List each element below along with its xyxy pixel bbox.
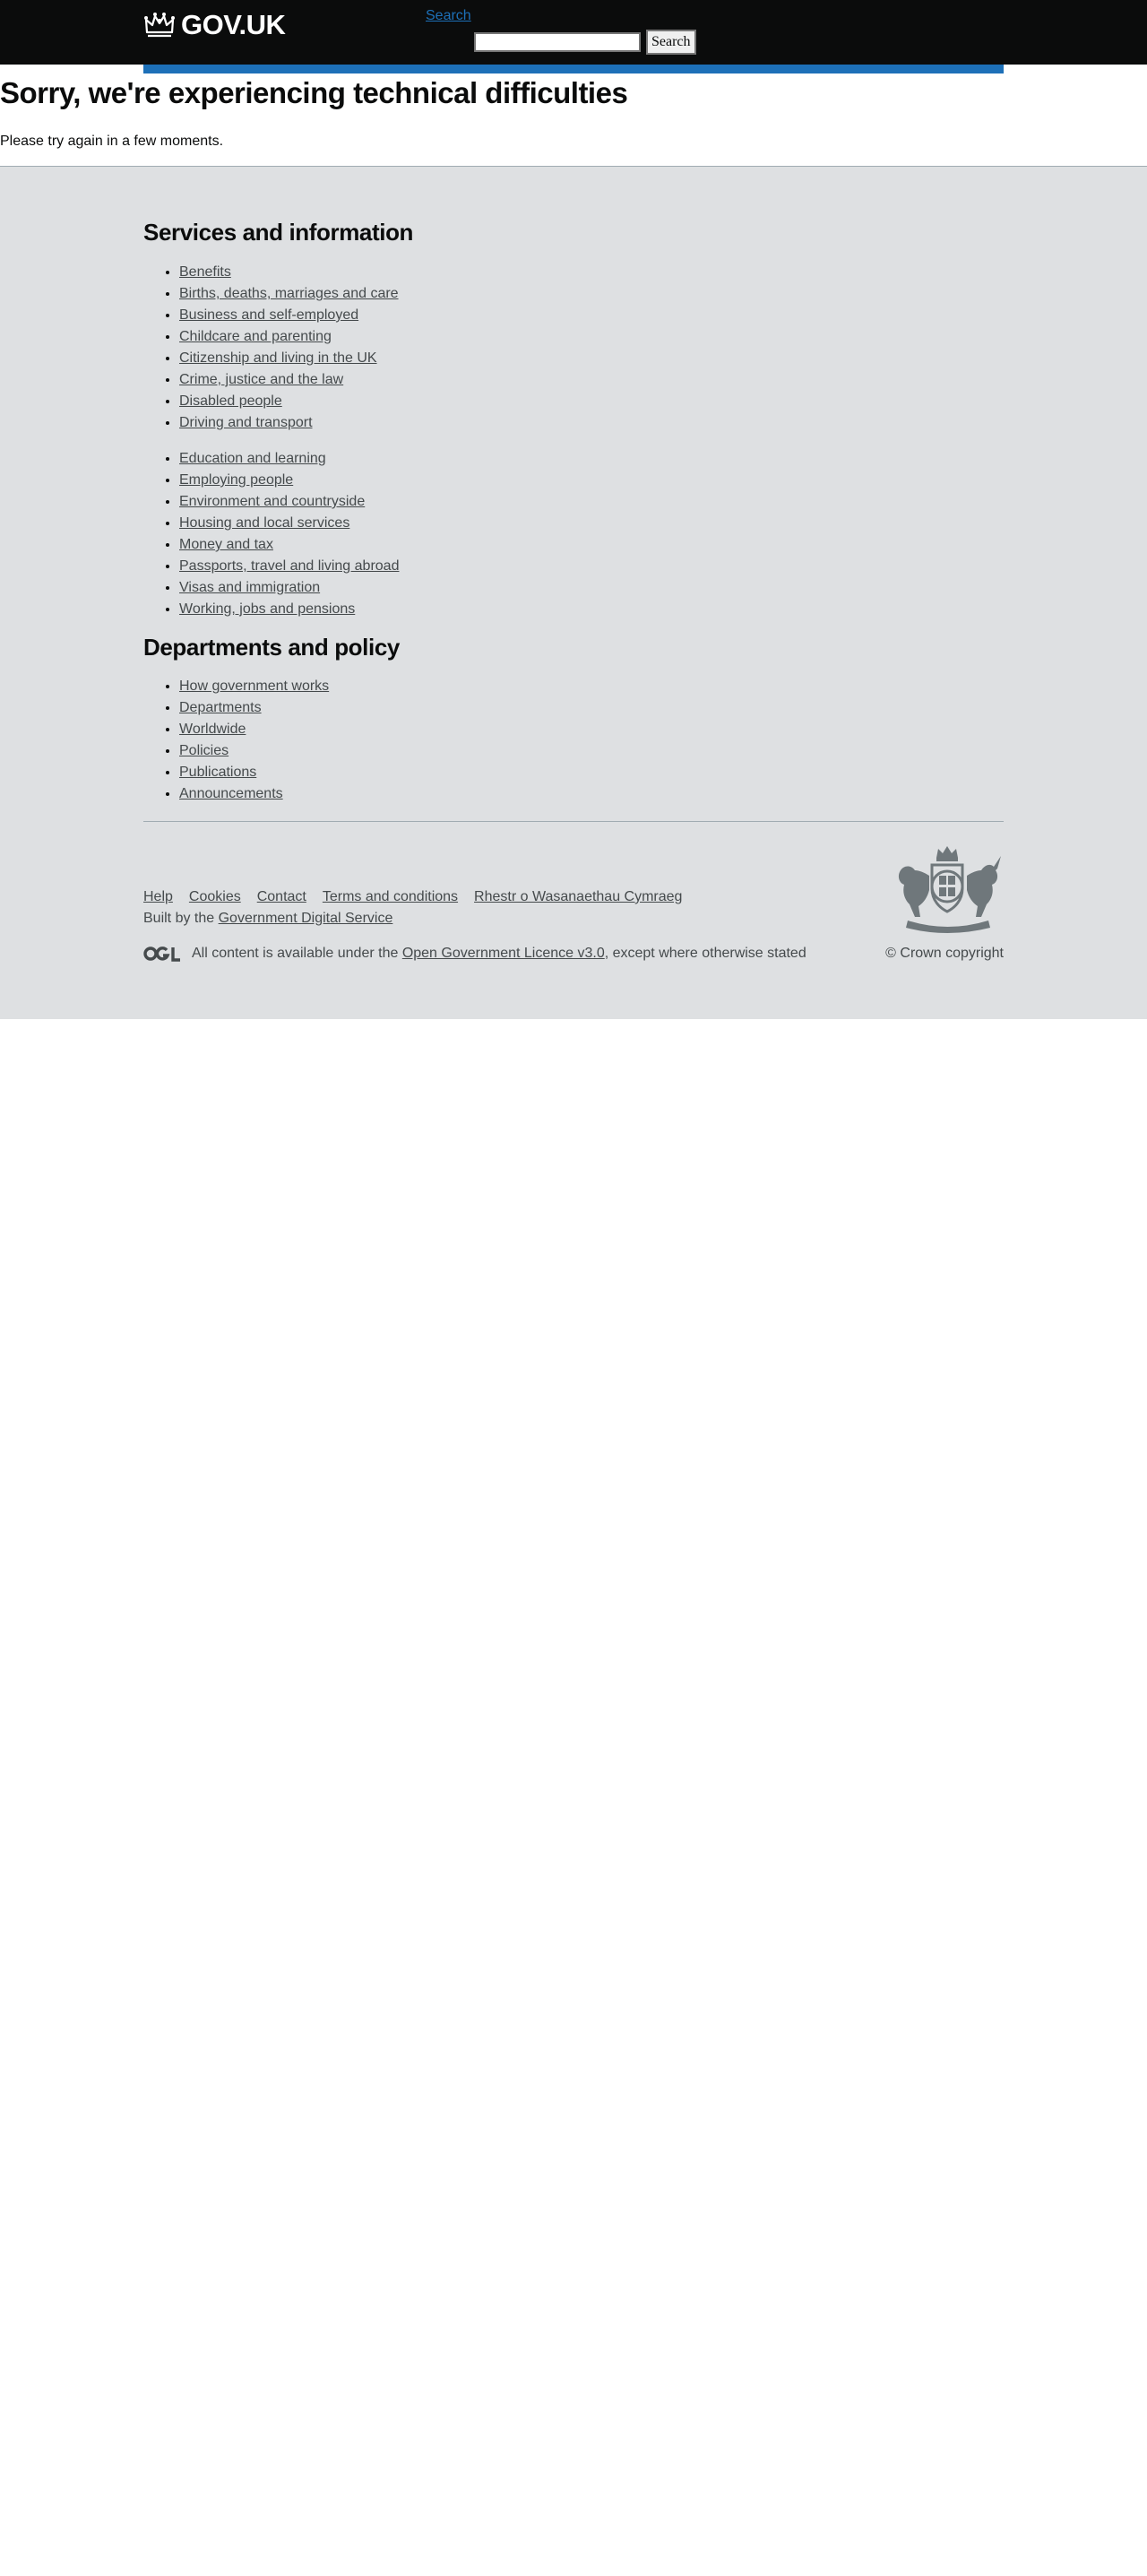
gds-link[interactable]: Government Digital Service: [219, 911, 393, 926]
departments-heading: Departments and policy: [143, 634, 400, 661]
list-item: Worldwide: [179, 719, 329, 740]
list-item: Policies: [179, 740, 329, 762]
licence-text: All content is available under the Open …: [192, 946, 806, 962]
footer-link[interactable]: Business and self-employed: [179, 307, 358, 323]
list-item: Environment and countryside: [179, 491, 399, 513]
list-item: Births, deaths, marriages and care: [179, 283, 399, 305]
licence-prefix: All content is available under the: [192, 946, 402, 961]
footer-container: Services and information Benefits Births…: [143, 167, 1004, 1019]
footer-link[interactable]: Childcare and parenting: [179, 329, 332, 344]
terms-link[interactable]: Terms and conditions: [323, 889, 458, 905]
licence-suffix: , except where otherwise stated: [604, 946, 806, 961]
list-item: Disabled people: [179, 391, 399, 412]
crown-icon: [144, 13, 175, 38]
services-list-1: Benefits Births, deaths, marriages and c…: [143, 262, 399, 434]
footer-link[interactable]: Education and learning: [179, 451, 326, 466]
footer-link[interactable]: Benefits: [179, 264, 231, 280]
list-item: Visas and immigration: [179, 577, 399, 599]
footer-link[interactable]: Publications: [179, 765, 256, 780]
footer-divider: [143, 821, 1004, 822]
list-item: Benefits: [179, 262, 399, 283]
crown-copyright-text: © Crown copyright: [885, 946, 1004, 961]
footer-link[interactable]: Births, deaths, marriages and care: [179, 286, 399, 301]
list-item: Publications: [179, 762, 329, 783]
list-item: Business and self-employed: [179, 305, 399, 326]
services-list-2: Education and learning Employing people …: [143, 448, 399, 620]
footer-link[interactable]: Housing and local services: [179, 515, 349, 531]
search-toggle-link[interactable]: Search: [426, 8, 471, 24]
search-button[interactable]: Search: [646, 30, 696, 55]
list-item: How government works: [179, 676, 329, 697]
cookies-link[interactable]: Cookies: [189, 889, 241, 905]
built-by-text: Built by the Government Digital Service: [143, 908, 392, 929]
ogl-logo-icon: [143, 947, 180, 962]
footer-link[interactable]: Working, jobs and pensions: [179, 601, 355, 617]
page-title: Sorry, we're experiencing technical diff…: [0, 76, 628, 109]
list-item: Citizenship and living in the UK: [179, 348, 399, 369]
footer-link[interactable]: Policies: [179, 743, 229, 758]
footer-link[interactable]: Visas and immigration: [179, 580, 320, 595]
welsh-services-link[interactable]: Rhestr o Wasanaethau Cymraeg: [474, 889, 682, 905]
built-by-prefix: Built by the: [143, 911, 219, 926]
footer-link[interactable]: Environment and countryside: [179, 494, 365, 509]
footer-link[interactable]: Money and tax: [179, 537, 273, 552]
list-item: Driving and transport: [179, 412, 399, 434]
site-search-form: Search: [474, 30, 696, 55]
list-item: Employing people: [179, 470, 399, 491]
list-item: Working, jobs and pensions: [179, 599, 399, 620]
help-link[interactable]: Help: [143, 889, 173, 905]
services-heading: Services and information: [143, 219, 414, 246]
footer-link[interactable]: Driving and transport: [179, 415, 313, 430]
list-item: Announcements: [179, 783, 329, 805]
contact-link[interactable]: Contact: [257, 889, 306, 905]
list-item: Money and tax: [179, 534, 399, 556]
licence-notice: All content is available under the Open …: [143, 943, 806, 964]
footer-link[interactable]: Crime, justice and the law: [179, 372, 343, 387]
list-item: Housing and local services: [179, 513, 399, 534]
footer-link[interactable]: Citizenship and living in the UK: [179, 350, 377, 366]
footer-link[interactable]: Worldwide: [179, 722, 246, 737]
ogl-licence-link[interactable]: Open Government Licence v3.0: [402, 946, 605, 961]
govuk-logo-link[interactable]: GOV.UK: [143, 8, 286, 40]
list-item: Childcare and parenting: [179, 326, 399, 348]
footer-link[interactable]: Employing people: [179, 472, 293, 488]
search-input[interactable]: [474, 32, 641, 52]
footer-link[interactable]: Disabled people: [179, 393, 282, 409]
footer-link[interactable]: How government works: [179, 679, 329, 694]
error-message: Please try again in a few moments.: [0, 134, 224, 149]
royal-coat-of-arms-icon: [898, 846, 1001, 933]
site-footer: Services and information Benefits Births…: [0, 166, 1147, 1019]
footer-meta-links: Help Cookies Contact Terms and condition…: [143, 886, 682, 908]
site-header: GOV.UK Search Search: [0, 0, 1147, 65]
footer-link[interactable]: Departments: [179, 700, 262, 715]
departments-list: How government works Departments Worldwi…: [143, 676, 329, 805]
list-item: Passports, travel and living abroad: [179, 556, 399, 577]
list-item: Education and learning: [179, 448, 399, 470]
list-item: Departments: [179, 697, 329, 719]
footer-link[interactable]: Passports, travel and living abroad: [179, 558, 399, 574]
list-item: Crime, justice and the law: [179, 369, 399, 391]
footer-link[interactable]: Announcements: [179, 786, 283, 801]
govuk-logo-text: GOV.UK: [181, 8, 286, 40]
header-blue-bar: [143, 65, 1004, 73]
